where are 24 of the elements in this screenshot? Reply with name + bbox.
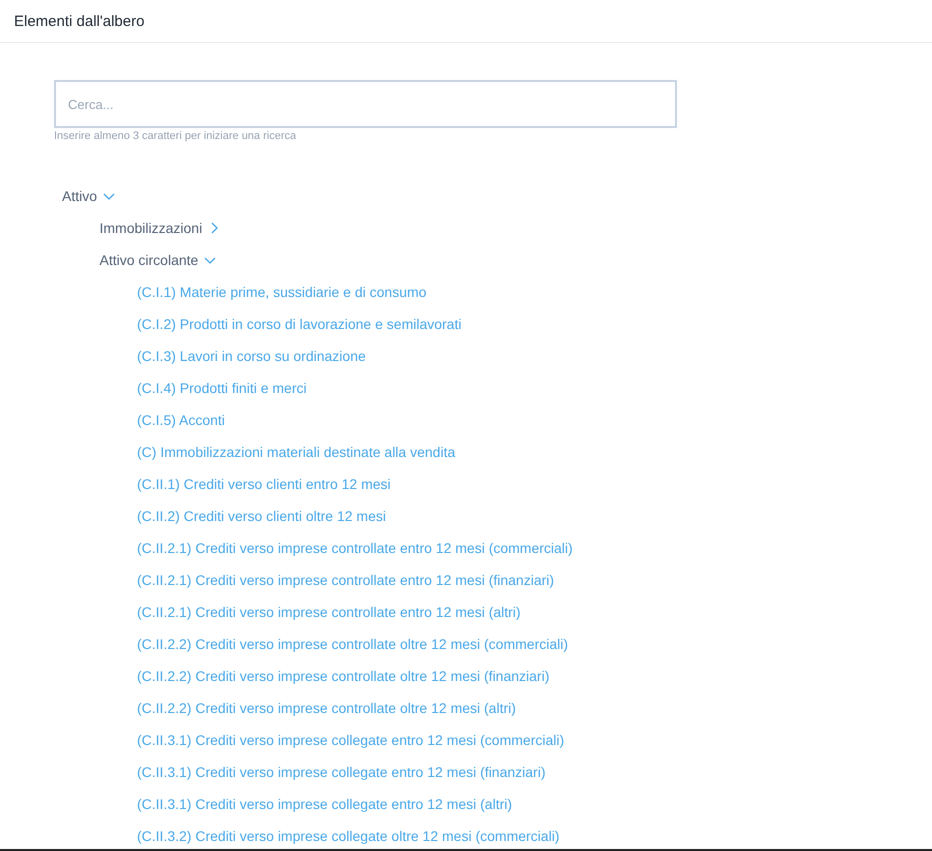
search-field[interactable]: Cerca...	[54, 80, 677, 128]
tree-link[interactable]: (C.II.1) Crediti verso clienti entro 12 mesi	[137, 476, 391, 492]
tree-link[interactable]: (C) Immobilizzazioni materiali destinate alla vendita	[137, 444, 456, 460]
tree-link[interactable]: (C.II.2) Crediti verso clienti oltre 12 mesi	[137, 508, 386, 524]
tree-link[interactable]: (C.I.4) Prodotti finiti e merci	[137, 380, 307, 396]
tree-link[interactable]: (C.I.3) Lavori in corso su ordinazione	[137, 348, 366, 364]
tree-link[interactable]: (C.II.3.1) Crediti verso imprese collegate entro 12 mesi (commerciali)	[137, 732, 564, 748]
tree-link[interactable]: (C.II.3.1) Crediti verso imprese collegate entro 12 mesi (finanziari)	[137, 764, 546, 780]
tree-link[interactable]: (C.II.2.2) Crediti verso imprese controllate oltre 12 mesi (finanziari)	[137, 668, 550, 684]
tree-link[interactable]: (C.II.3.2) Crediti verso imprese collegate oltre 12 mesi (commerciali)	[137, 828, 560, 844]
tree-link[interactable]: (C.I.1) Materie prime, sussidiarie e di consumo	[137, 284, 426, 300]
tree-link[interactable]: (C.I.2) Prodotti in corso di lavorazione e semilavorati	[137, 316, 462, 332]
tree-link[interactable]: (C.II.2.2) Crediti verso imprese controllate oltre 12 mesi (altri)	[137, 700, 516, 716]
tree-link[interactable]: (C.II.2.2) Crediti verso imprese controllate oltre 12 mesi (commerciali)	[137, 636, 568, 652]
tree-link[interactable]: (C.II.3.1) Crediti verso imprese collegate entro 12 mesi (altri)	[137, 796, 512, 812]
search-hint: Inserire almeno 3 caratteri per iniziare una ricerca	[54, 130, 298, 142]
tree-link[interactable]: (C.II.2.1) Crediti verso imprese controllate entro 12 mesi (altri)	[137, 604, 521, 620]
tree-node[interactable]: Attivo circolante	[100, 252, 216, 268]
tree-link[interactable]: (C.I.5) Acconti	[137, 412, 225, 428]
tree-link[interactable]: (C.II.2.1) Crediti verso imprese controllate entro 12 mesi (commerciali)	[137, 540, 573, 556]
tree-node[interactable]: Immobilizzazioni	[100, 220, 220, 236]
tree-link[interactable]: (C.II.2.1) Crediti verso imprese controllate entro 12 mesi (finanziari)	[137, 572, 554, 588]
dialog-title: Elementi dall'albero	[14, 12, 144, 30]
tree-node[interactable]: Attivo	[62, 188, 116, 204]
